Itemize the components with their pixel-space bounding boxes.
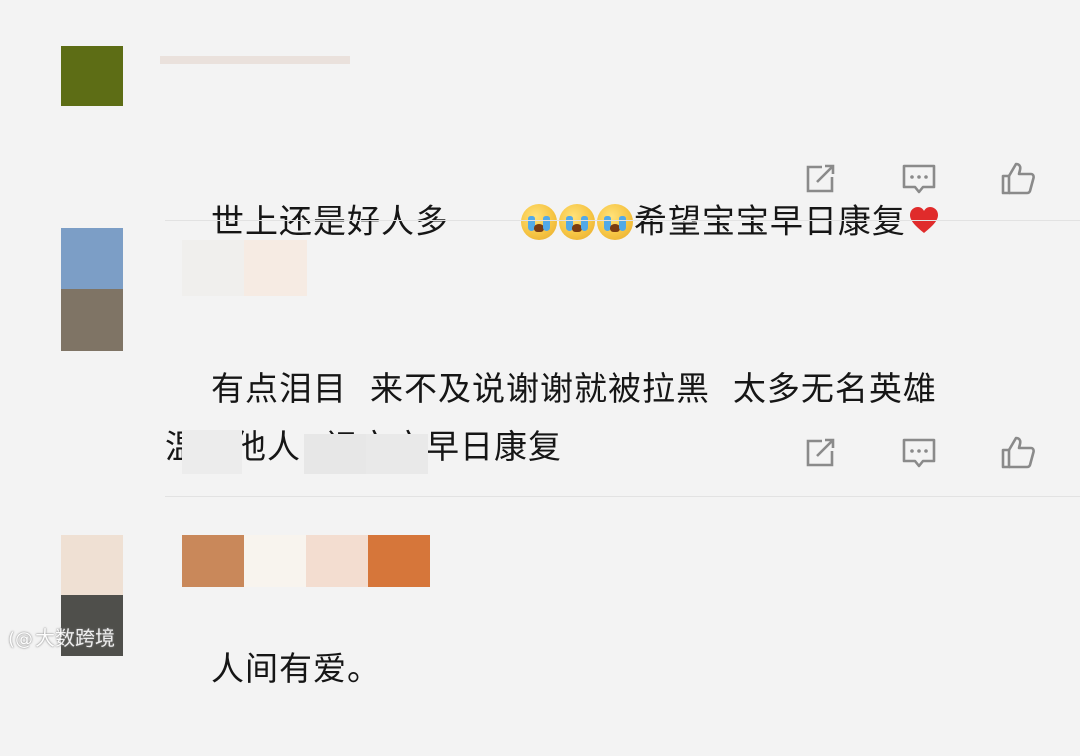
watermark: (@ 大数跨境 (8, 622, 115, 651)
like-icon (1001, 436, 1035, 469)
comment-icon (902, 164, 936, 194)
comment-icon (902, 438, 936, 468)
watermark-logo: (@ (8, 629, 34, 650)
comment-actions (0, 157, 1080, 207)
watermark-text: 大数跨境 (35, 626, 116, 650)
comment-button[interactable] (897, 431, 941, 475)
username-blurred[interactable] (160, 52, 350, 66)
username-blurred[interactable] (182, 535, 432, 587)
comment-item: 有点泪目 来不及说谢谢就被拉黑 太多无名英雄 温暖他人 祝宝宝早日康复 (0, 222, 1080, 498)
like-button[interactable] (996, 431, 1040, 475)
avatar[interactable] (61, 46, 123, 106)
comment-item: 人间有爱。 (0, 498, 1080, 688)
comment-text: 人间有爱。 (165, 582, 381, 756)
comment-body: 人间有爱。 (210, 649, 381, 688)
share-button[interactable] (798, 431, 842, 475)
like-button[interactable] (996, 157, 1040, 201)
comment-button[interactable] (897, 157, 941, 201)
comment-item: 世上还是好人多 希望宝宝早日康复 (0, 0, 1080, 241)
divider (165, 496, 1080, 497)
divider (165, 220, 1080, 221)
username-blurred[interactable] (182, 240, 307, 296)
like-icon (1001, 162, 1035, 195)
share-button[interactable] (798, 157, 842, 201)
share-icon (806, 164, 835, 193)
avatar[interactable] (61, 228, 123, 351)
share-icon (806, 438, 835, 467)
comment-actions (0, 431, 1080, 481)
